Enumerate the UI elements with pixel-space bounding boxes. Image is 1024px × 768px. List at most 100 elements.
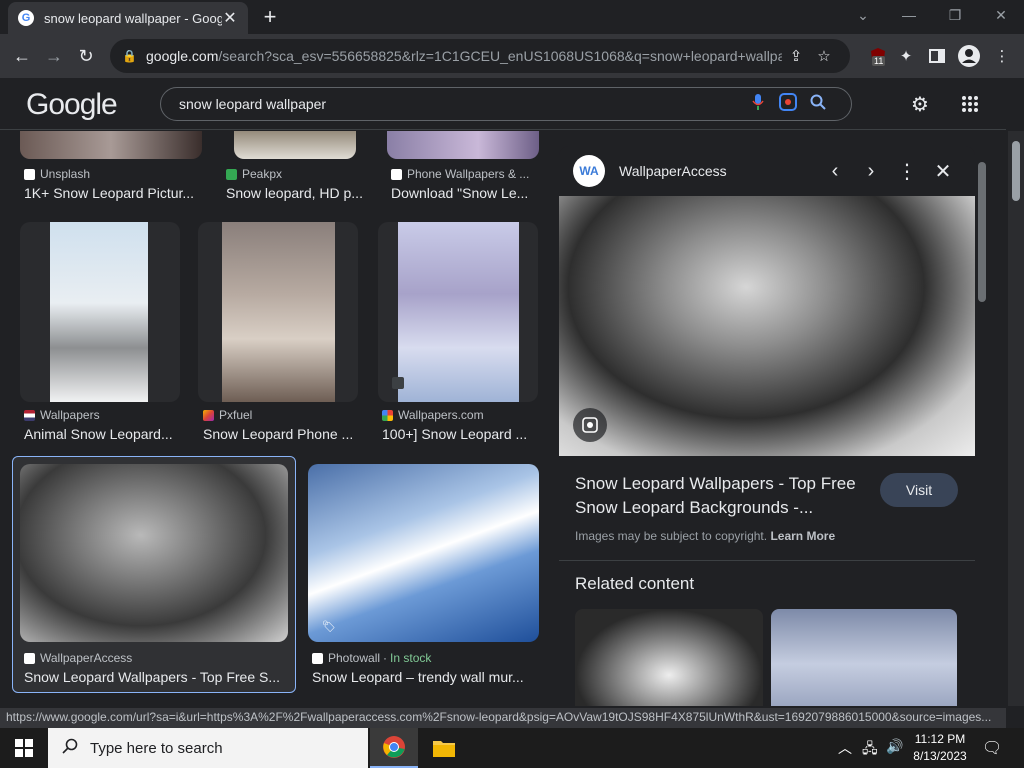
- result-source[interactable]: Pxfuel: [203, 408, 252, 422]
- tab-title: snow leopard wallpaper - Google S: [44, 10, 222, 26]
- result-thumbnail[interactable]: [387, 131, 539, 159]
- search-box[interactable]: snow leopard wallpaper: [160, 87, 852, 121]
- side-panel-icon[interactable]: [925, 44, 949, 68]
- more-options-button[interactable]: ⋮: [889, 159, 925, 184]
- result-caption[interactable]: Snow Leopard Phone ...: [203, 426, 355, 442]
- result-thumbnail[interactable]: [20, 464, 288, 642]
- minimize-button[interactable]: —: [886, 0, 932, 30]
- result-caption[interactable]: Download "Snow Le...: [391, 185, 531, 201]
- wallpapers-com-icon: [382, 409, 393, 421]
- new-tab-button[interactable]: +: [258, 4, 282, 30]
- related-thumbnail[interactable]: [575, 609, 763, 706]
- learn-more-link[interactable]: Learn More: [770, 529, 835, 543]
- back-button[interactable]: ←: [8, 42, 36, 70]
- browser-tab[interactable]: G snow leopard wallpaper - Google S ✕: [8, 2, 248, 34]
- panel-header: WA WallpaperAccess ‹ › ⋮ ✕: [559, 146, 975, 196]
- result-source[interactable]: Peakpx: [226, 167, 282, 181]
- result-source[interactable]: WallpaperAccess: [24, 651, 132, 665]
- extensions-puzzle-icon[interactable]: ✦: [894, 44, 918, 68]
- google-apps-icon[interactable]: [956, 90, 984, 118]
- result-source[interactable]: Wallpapers: [24, 408, 100, 422]
- copyright-notice: Images may be subject to copyright. Lear…: [575, 529, 836, 543]
- result-source[interactable]: Wallpapers.com: [382, 408, 484, 422]
- close-panel-button[interactable]: ✕: [925, 159, 961, 184]
- result-source[interactable]: Unsplash: [24, 167, 90, 181]
- related-thumbnail[interactable]: [771, 609, 957, 706]
- lens-search-icon[interactable]: [773, 92, 803, 116]
- result-thumbnail[interactable]: [398, 222, 519, 402]
- result-caption[interactable]: Snow leopard, HD p...: [226, 185, 366, 201]
- clock-time: 11:12 PM: [914, 732, 966, 746]
- stock-status: In stock: [390, 651, 432, 665]
- result-source[interactable]: Phone Wallpapers & ...: [391, 167, 529, 181]
- google-favicon-icon: G: [18, 10, 34, 26]
- us-flag-icon: [24, 409, 35, 421]
- clock-date: 8/13/2023: [913, 749, 967, 763]
- settings-gear-icon[interactable]: ⚙: [906, 90, 934, 118]
- page-scrollbar[interactable]: [1008, 131, 1024, 706]
- link-status-bar: https://www.google.com/url?sa=i&url=http…: [0, 708, 1006, 728]
- ublock-extension-icon[interactable]: 11: [866, 44, 890, 68]
- show-hidden-icons[interactable]: ︿: [838, 738, 852, 758]
- lens-camera-icon[interactable]: [573, 408, 607, 442]
- reload-button[interactable]: ↻: [72, 42, 100, 70]
- result-caption[interactable]: 100+] Snow Leopard ...: [382, 426, 532, 442]
- chrome-menu-icon[interactable]: ⋮: [990, 44, 1014, 68]
- url-text[interactable]: google.com/search?sca_esv=556658825&rlz=…: [146, 48, 782, 64]
- result-caption[interactable]: Snow Leopard Wallpapers - Top Free S...: [24, 669, 286, 685]
- preview-image[interactable]: [559, 196, 975, 456]
- restore-button[interactable]: ❐: [932, 0, 978, 30]
- search-icon[interactable]: [803, 94, 833, 115]
- page-scrollbar-thumb[interactable]: [1012, 141, 1020, 201]
- previous-image-button[interactable]: ‹: [817, 160, 853, 183]
- wallpaperaccess-logo[interactable]: WA: [573, 155, 605, 187]
- network-icon[interactable]: 🖧: [862, 738, 878, 762]
- result-thumbnail[interactable]: [20, 131, 202, 159]
- tab-search-icon[interactable]: ⌄: [840, 0, 886, 30]
- result-caption[interactable]: Snow Leopard – trendy wall mur...: [312, 669, 534, 685]
- browser-toolbar: ← → ↻ 🔒 google.com/search?sca_esv=556658…: [0, 34, 1024, 78]
- close-window-button[interactable]: ✕: [978, 0, 1024, 30]
- peakpx-icon: [226, 168, 237, 180]
- tab-strip: G snow leopard wallpaper - Google S ✕ + …: [0, 0, 1024, 34]
- panel-title[interactable]: Snow Leopard Wallpapers - Top Free Snow …: [575, 472, 875, 520]
- notifications-icon[interactable]: 🗨: [982, 738, 1002, 758]
- google-header: Google snow leopard wallpaper ⚙: [0, 78, 1006, 130]
- voice-search-icon[interactable]: [743, 93, 773, 116]
- pxfuel-icon: [203, 409, 214, 421]
- chrome-taskbar-icon[interactable]: [370, 728, 418, 768]
- google-logo[interactable]: Google: [26, 88, 118, 122]
- taskbar-search-box[interactable]: Type here to search: [48, 728, 368, 768]
- close-tab-icon[interactable]: ✕: [222, 8, 238, 28]
- divider: [559, 560, 975, 561]
- volume-icon[interactable]: 🔊: [886, 738, 903, 755]
- result-thumbnail[interactable]: [234, 131, 356, 159]
- profile-avatar[interactable]: [957, 44, 981, 68]
- result-caption[interactable]: 1K+ Snow Leopard Pictur...: [24, 185, 199, 201]
- related-content-heading: Related content: [575, 574, 695, 593]
- taskbar-clock[interactable]: 11:12 PM 8/13/2023: [905, 731, 975, 765]
- result-thumbnail[interactable]: [50, 222, 148, 402]
- product-badge-icon: [392, 377, 404, 389]
- file-explorer-taskbar-icon[interactable]: [420, 728, 468, 768]
- start-button[interactable]: [0, 728, 48, 768]
- visit-button[interactable]: Visit: [880, 473, 958, 507]
- panel-scrollbar[interactable]: [975, 146, 989, 706]
- address-bar[interactable]: 🔒 google.com/search?sca_esv=556658825&rl…: [110, 39, 850, 73]
- forward-button[interactable]: →: [40, 42, 68, 70]
- search-icon: [62, 738, 78, 759]
- panel-site-name[interactable]: WallpaperAccess: [619, 163, 817, 179]
- lock-icon: 🔒: [122, 49, 137, 63]
- image-preview-panel: WA WallpaperAccess ‹ › ⋮ ✕ Snow Leopard …: [559, 146, 975, 706]
- result-thumbnail[interactable]: [308, 464, 539, 642]
- bookmark-star-icon[interactable]: ☆: [810, 47, 838, 65]
- search-query[interactable]: snow leopard wallpaper: [179, 96, 743, 112]
- result-source[interactable]: Photowall · In stock: [312, 651, 431, 665]
- result-caption[interactable]: Animal Snow Leopard...: [24, 426, 176, 442]
- next-image-button[interactable]: ›: [853, 160, 889, 183]
- share-icon[interactable]: ⇪: [782, 47, 810, 65]
- wallpaperaccess-icon: [24, 652, 35, 664]
- shopping-tag-icon: 🏷: [322, 621, 336, 633]
- result-thumbnail[interactable]: [222, 222, 335, 402]
- panel-scrollbar-thumb[interactable]: [978, 162, 986, 302]
